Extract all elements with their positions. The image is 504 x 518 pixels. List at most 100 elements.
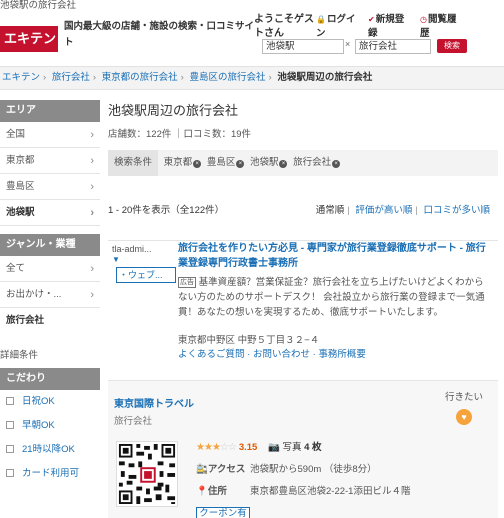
sidebar-item-toshima[interactable]: 豊島区 ›	[0, 174, 100, 200]
ad-sitelinks[interactable]: よくあるご質問 · お問い合わせ · 事務所概要	[178, 347, 490, 362]
sort-rating[interactable]: 評価が高い順	[355, 205, 412, 216]
pin-icon: 📍	[196, 486, 208, 497]
sidebar-item-nationwide[interactable]: 全国 ›	[0, 122, 100, 148]
filter-tag[interactable]: 旅行会社 ×	[293, 150, 341, 176]
checkbox[interactable]	[6, 469, 14, 477]
ad-advertiser: tla-admi... ▼	[112, 243, 174, 265]
search-button[interactable]: 検索	[437, 39, 467, 53]
result-counts: 店舗数：122件 ｜口コミ数：19件	[108, 129, 252, 140]
ad-description: 広告 基準資産額？営業保証金？旅行会社を立ち上げたいけどよくわからない方のための…	[178, 277, 485, 318]
coupon-badge[interactable]: クーポン有	[196, 507, 250, 518]
star-filled-icon: ★	[211, 442, 221, 453]
star-empty-icon: ☆	[227, 442, 237, 453]
sort-default[interactable]: 通常順	[316, 205, 345, 216]
filter-tag[interactable]: 池袋駅 ×	[250, 150, 288, 176]
genre-heading: ジャンル・業種	[0, 234, 100, 256]
site-logo[interactable]: エキテン	[0, 26, 58, 52]
shop-details: ★★★☆☆ 3.15 📷 写真 4 枚 🚉アクセス 池袋駅から590m （徒歩8分）…	[196, 437, 496, 503]
breadcrumb: エキテン › 旅行会社 › 東京都の旅行会社 › 豊島区の旅行会社 › 池袋駅周辺の旅行…	[0, 66, 504, 90]
star-filled-icon: ★	[196, 442, 205, 453]
breadcrumb-current: 池袋駅周辺の旅行会社	[277, 72, 373, 83]
breadcrumb-item[interactable]: エキテン	[2, 72, 40, 83]
train-icon: 🚉	[196, 464, 208, 475]
header-search: 池袋駅 × 旅行会社 検索	[262, 39, 504, 55]
want-to-go-button[interactable]: 行きたい ♥	[444, 389, 484, 425]
star-filled-icon: ★	[203, 442, 213, 453]
star-empty-icon: ☆	[219, 442, 229, 453]
sidebar-item-outing[interactable]: お出かけ・... ›	[0, 282, 100, 308]
advertiser-name[interactable]: tla-admi...	[112, 243, 174, 255]
remove-icon[interactable]: ×	[279, 160, 288, 168]
checkbox[interactable]	[6, 445, 14, 453]
sidebar-item-tokyo[interactable]: 東京都 ›	[0, 148, 100, 174]
clock-icon: ◷	[420, 15, 427, 24]
category-search-input[interactable]: 旅行会社	[355, 39, 431, 54]
login-link[interactable]: 🔒ログイ ン	[316, 13, 355, 41]
chevron-right-icon: ›	[90, 181, 94, 193]
checkbox[interactable]	[6, 397, 14, 405]
sort-reviews[interactable]: 口コミが多い順	[423, 205, 490, 216]
shop-category: 旅行会社	[114, 416, 153, 427]
heart-icon[interactable]: ♥	[456, 409, 472, 425]
site-header: エキテン 国内最大級の店舗・施設の検索・口コミサイト ようこそゲストさん 🔒ログ…	[0, 13, 504, 65]
sidebar-item-ikebukuro[interactable]: 池袋駅 ›	[0, 200, 100, 226]
ad-title[interactable]: 旅行会社を作りたい方必見 - 専門家が旅行業登録徹底サポート - 旅行業登録専門…	[178, 241, 490, 271]
kodawari-heading: こだわり	[0, 368, 100, 390]
chevron-right-icon: ›	[90, 289, 94, 301]
shop-card: 東京国際トラベル 旅行会社 行きたい ♥ ★★★☆☆ 3.15 📷 写真 4 枚…	[108, 380, 498, 518]
filter-card[interactable]: カード利用可	[0, 462, 100, 486]
ad-listing: tla-admi... ▼ ・ウェブ... 旅行会社を作りたい方必見 - 専門家…	[108, 240, 498, 364]
address-row: 📍住所 東京都豊島区池袋2-22-1添田ビル４階	[196, 486, 411, 497]
area-search-input[interactable]: 池袋駅	[262, 39, 344, 54]
search-conditions-label: 検索条件	[108, 150, 159, 176]
checkbox[interactable]	[6, 421, 14, 429]
page-caption: 池袋駅の旅行会社	[0, 0, 77, 11]
result-toolbar: 1 - 20件を表示（全122件） 通常順 | 評価が高い順 | 口コミが多い順	[108, 204, 498, 218]
breadcrumb-item[interactable]: 東京都の旅行会社	[102, 72, 178, 83]
filter-tag[interactable]: 豊島区 ×	[207, 150, 245, 176]
remove-icon[interactable]: ×	[332, 160, 341, 168]
web-button[interactable]: ・ウェブ...	[116, 267, 176, 283]
photo-link[interactable]: 📷 写真 4 枚	[268, 442, 322, 453]
register-link[interactable]: ✔新規登 録	[368, 13, 404, 41]
sidebar-item-travel-agency[interactable]: 旅行会社	[0, 308, 100, 334]
area-heading: エリア	[0, 100, 100, 122]
detail-conditions-link[interactable]: 詳細条件	[0, 344, 100, 368]
rating-score: 3.15	[238, 442, 258, 453]
site-tagline: 国内最大級の店舗・施設の検索・口コミサイト	[64, 21, 255, 48]
ad-address: 東京都中野区 中野５丁目３２−４	[178, 335, 320, 346]
ad-badge: 広告	[178, 277, 196, 288]
remove-icon[interactable]: ×	[236, 160, 245, 168]
access-row: 🚉アクセス 池袋駅から590m （徒歩8分）	[196, 464, 377, 475]
main-content: 池袋駅周辺の旅行会社 店舗数：122件 ｜口コミ数：19件 検索条件 東京都 × …	[108, 100, 498, 518]
filter-after-21[interactable]: 21時以降OK	[0, 438, 100, 462]
shop-name[interactable]: 東京国際トラベル	[114, 395, 194, 410]
chevron-right-icon: ›	[90, 129, 94, 141]
history-link[interactable]: ◷閲覧履 歴	[420, 13, 457, 41]
sort-options: 通常順 | 評価が高い順 | 口コミが多い順	[315, 205, 490, 216]
filter-tag[interactable]: 東京都 ×	[164, 150, 202, 176]
camera-icon: 📷	[267, 442, 280, 453]
chevron-right-icon: ›	[90, 263, 94, 275]
filter-holidays[interactable]: 日祝OK	[0, 390, 100, 414]
remove-icon[interactable]: ×	[193, 160, 202, 168]
chevron-right-icon: ›	[268, 72, 272, 83]
breadcrumb-item[interactable]: 豊島区の旅行会社	[189, 72, 265, 83]
breadcrumb-item[interactable]: 旅行会社	[52, 72, 90, 83]
chevron-right-icon: ›	[92, 72, 97, 83]
page-title: 池袋駅周辺の旅行会社	[108, 103, 239, 118]
sidebar: エリア 全国 › 東京都 › 豊島区 › 池袋駅 › ジャンル・業種 全て › お出かけ・…	[0, 100, 100, 486]
chevron-right-icon: ›	[180, 72, 184, 83]
search-conditions: 検索条件 東京都 × 豊島区 × 池袋駅 × 旅行会社 ×	[108, 150, 498, 176]
clear-icon[interactable]: ×	[345, 39, 350, 49]
lock-icon: 🔒	[316, 15, 326, 24]
star-rating: ★★★☆☆	[196, 442, 237, 453]
rating-row: ★★★☆☆ 3.15 📷 写真 4 枚	[196, 437, 496, 459]
chevron-down-icon[interactable]: ▼	[112, 255, 174, 265]
chevron-right-icon: ›	[90, 207, 94, 219]
qr-code-icon	[116, 441, 178, 507]
filter-early-morning[interactable]: 早朝OK	[0, 414, 100, 438]
check-icon: ✔	[368, 15, 375, 24]
sidebar-item-all[interactable]: 全て ›	[0, 256, 100, 282]
chevron-right-icon: ›	[43, 72, 47, 83]
